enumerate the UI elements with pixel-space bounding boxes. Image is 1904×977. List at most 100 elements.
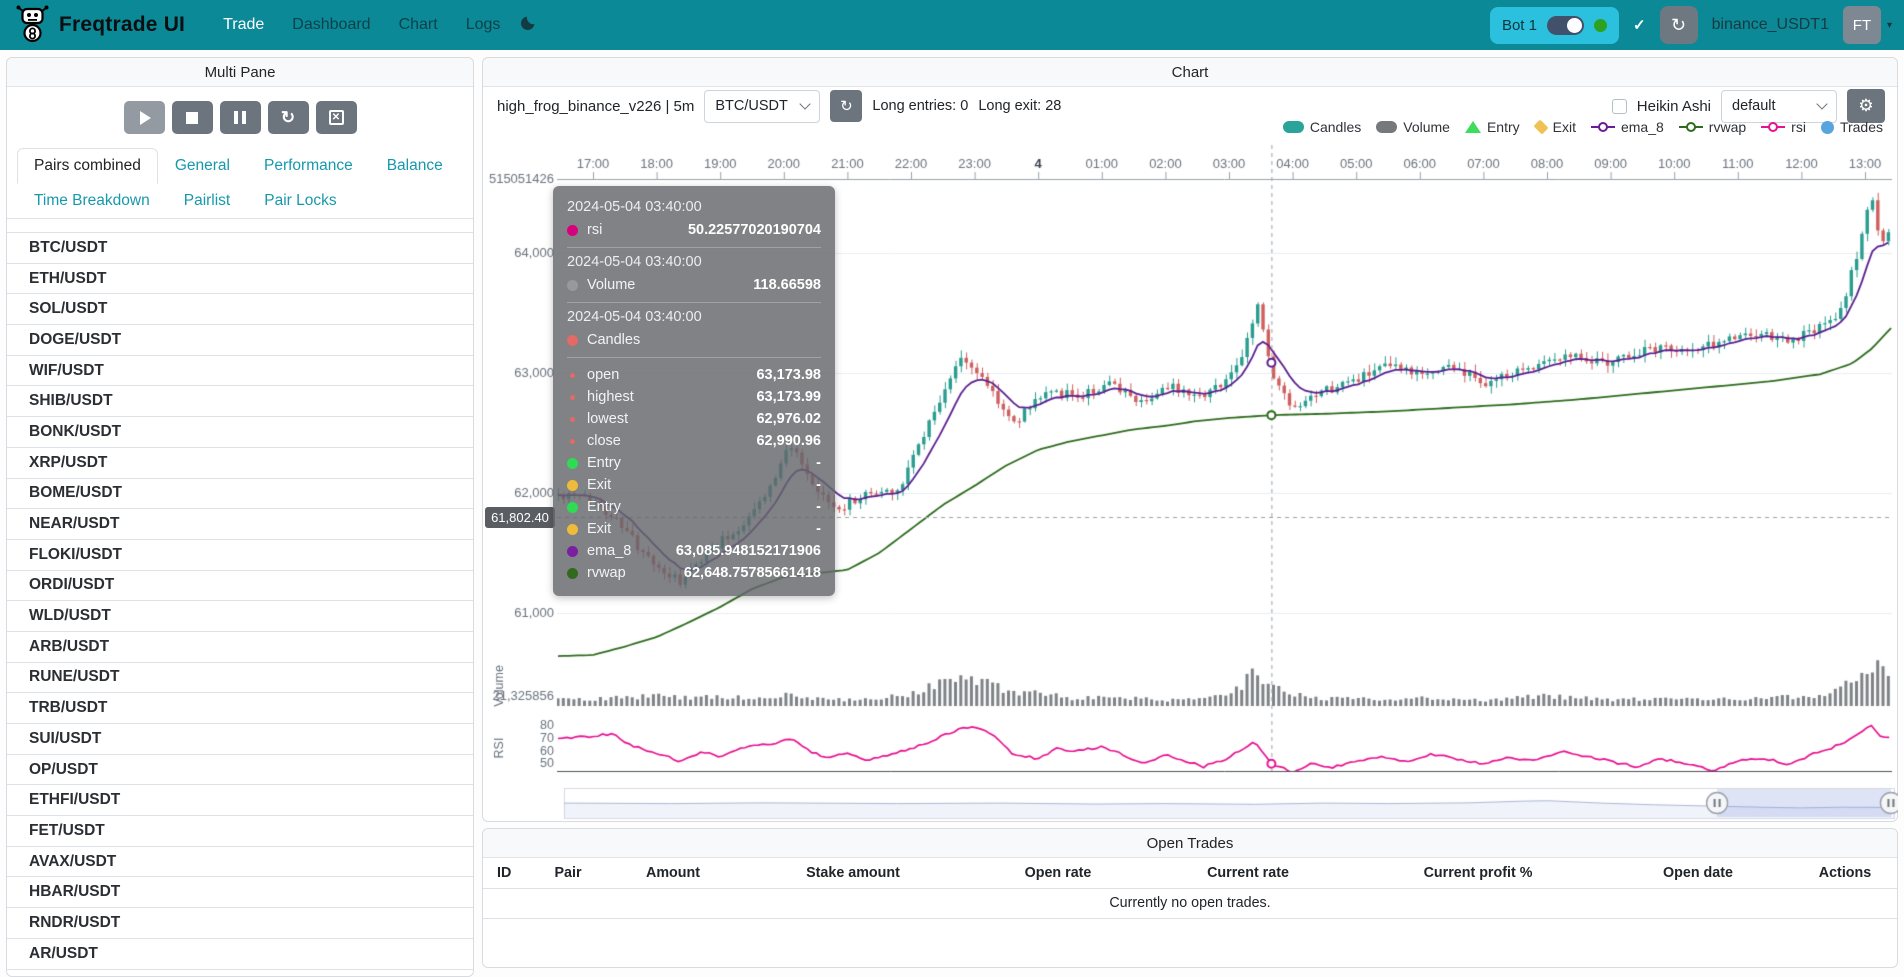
ema_8-swatch-icon xyxy=(1591,122,1615,132)
multi-pane-title: Multi Pane xyxy=(205,64,276,81)
no-open-trades-message: Currently no open trades. xyxy=(483,888,1897,918)
nav-link-dashboard[interactable]: Dashboard xyxy=(280,8,382,42)
column-header-open-date: Open date xyxy=(1603,858,1793,888)
pair-row-fet-usdt[interactable]: FET/USDT xyxy=(7,816,473,847)
legend-item-rvwap[interactable]: rvwap xyxy=(1679,119,1746,135)
pair-row-doge-usdt[interactable]: DOGE/USDT xyxy=(7,325,473,356)
pair-row-trb-usdt[interactable]: TRB/USDT xyxy=(7,693,473,724)
pair-row-floki-usdt[interactable]: FLOKI/USDT xyxy=(7,540,473,571)
nav-link-trade[interactable]: Trade xyxy=(211,8,276,42)
pair-row-btc-usdt[interactable]: BTC/USDT xyxy=(7,233,473,264)
clear-log-button[interactable]: ✕ xyxy=(316,101,357,134)
rsi-swatch-icon xyxy=(1761,122,1785,132)
legend-label: Candles xyxy=(1310,119,1361,135)
app-title: Freqtrade UI xyxy=(59,13,185,37)
pair-row-avax-usdt[interactable]: AVAX/USDT xyxy=(7,847,473,878)
pair-row-ethfi-usdt[interactable]: ETHFI/USDT xyxy=(7,785,473,816)
legend-item-trades[interactable]: Trades xyxy=(1821,119,1883,135)
chevron-down-icon xyxy=(1816,98,1827,109)
theme-toggle[interactable] xyxy=(514,8,543,42)
moon-icon xyxy=(520,14,537,36)
column-header-pair: Pair xyxy=(523,858,613,888)
pair-row-ar-usdt[interactable]: AR/USDT xyxy=(7,939,473,970)
legend-item-exit[interactable]: Exit xyxy=(1535,119,1576,135)
heikin-ashi-label: Heikin Ashi xyxy=(1637,98,1711,115)
chart-refresh-button[interactable]: ↻ xyxy=(830,90,862,122)
plot-settings-button[interactable]: ⚙ xyxy=(1847,89,1885,123)
price-chart-canvas[interactable] xyxy=(484,141,1898,821)
column-header-amount: Amount xyxy=(613,858,733,888)
pair-row-shib-usdt[interactable]: SHIB/USDT xyxy=(7,386,473,417)
chart-legend: Candles Volume Entry Exit ema_8 rvwap rsi Trade… xyxy=(1283,119,1883,135)
pair-row-rndr-usdt[interactable]: RNDR/USDT xyxy=(7,908,473,939)
legend-label: rvwap xyxy=(1709,119,1746,135)
plot-config-value: default xyxy=(1732,98,1776,114)
legend-label: Volume xyxy=(1403,119,1450,135)
column-header-open-rate: Open rate xyxy=(973,858,1143,888)
reload-config-button[interactable]: ↻ xyxy=(268,101,309,134)
pair-row-xrp-usdt[interactable]: XRP/USDT xyxy=(7,448,473,479)
reload-icon: ↻ xyxy=(281,108,295,128)
pair-list: BTC/USDTETH/USDTSOL/USDTDOGE/USDTWIF/USD… xyxy=(7,232,473,970)
top-navbar: Freqtrade UI TradeDashboardChartLogs Bot… xyxy=(0,0,1904,50)
entry-swatch-icon xyxy=(1465,121,1481,133)
legend-label: Entry xyxy=(1487,119,1520,135)
pair-row-wif-usdt[interactable]: WIF/USDT xyxy=(7,356,473,387)
legend-item-entry[interactable]: Entry xyxy=(1465,119,1520,135)
legend-item-rsi[interactable]: rsi xyxy=(1761,119,1806,135)
legend-item-volume[interactable]: Volume xyxy=(1376,119,1450,135)
legend-item-ema_8[interactable]: ema_8 xyxy=(1591,119,1664,135)
tab-general[interactable]: General xyxy=(158,148,247,184)
multi-pane-tabs: Pairs combinedGeneralPerformanceBalance T… xyxy=(7,148,473,219)
nav-link-chart[interactable]: Chart xyxy=(387,8,450,42)
global-reload-button[interactable]: ↻ xyxy=(1660,6,1698,44)
start-bot-button[interactable] xyxy=(124,101,165,134)
pair-row-arb-usdt[interactable]: ARB/USDT xyxy=(7,632,473,663)
brand[interactable]: Freqtrade UI xyxy=(16,3,185,48)
exit-swatch-icon xyxy=(1533,119,1548,134)
pair-row-wld-usdt[interactable]: WLD/USDT xyxy=(7,601,473,632)
open-trades-title: Open Trades xyxy=(1147,835,1234,852)
open-trades-header-row: IDPairAmountStake amountOpen rateCurrent… xyxy=(483,858,1897,888)
legend-item-candles[interactable]: Candles xyxy=(1283,119,1361,135)
plot-config-select[interactable]: default xyxy=(1721,90,1837,123)
nav-link-logs[interactable]: Logs xyxy=(454,8,513,42)
chart-toolbar-right: Heikin Ashi default ⚙ xyxy=(1612,89,1885,123)
column-header-actions: Actions xyxy=(1793,858,1897,888)
tab-pairs-combined[interactable]: Pairs combined xyxy=(17,148,158,184)
pair-row-near-usdt[interactable]: NEAR/USDT xyxy=(7,509,473,540)
tab-balance[interactable]: Balance xyxy=(370,148,460,184)
pair-row-sui-usdt[interactable]: SUI/USDT xyxy=(7,724,473,755)
long-entries-count: Long entries: 0 xyxy=(872,98,968,114)
tab-pair-locks[interactable]: Pair Locks xyxy=(247,183,353,219)
navbar-right: Bot 1 ✓ ↻ binance_USDT1 FT ▾ xyxy=(1490,6,1892,44)
stop-bot-button[interactable] xyxy=(172,101,213,134)
pair-row-ordi-usdt[interactable]: ORDI/USDT xyxy=(7,571,473,602)
bot-instance-name: binance_USDT1 xyxy=(1712,16,1829,34)
heikin-ashi-checkbox[interactable] xyxy=(1612,99,1627,114)
trades-swatch-icon xyxy=(1821,121,1834,134)
pair-row-hbar-usdt[interactable]: HBAR/USDT xyxy=(7,877,473,908)
pair-row-bome-usdt[interactable]: BOME/USDT xyxy=(7,479,473,510)
avatar-dropdown-caret-icon[interactable]: ▾ xyxy=(1887,20,1892,31)
open-trades-panel: Open Trades IDPairAmountStake amountOpen… xyxy=(482,828,1898,968)
pause-bot-button[interactable] xyxy=(220,101,261,134)
pair-row-bonk-usdt[interactable]: BONK/USDT xyxy=(7,417,473,448)
legend-label: Exit xyxy=(1553,119,1576,135)
pair-row-eth-usdt[interactable]: ETH/USDT xyxy=(7,264,473,295)
tab-pairlist[interactable]: Pairlist xyxy=(167,183,248,219)
tab-performance[interactable]: Performance xyxy=(247,148,370,184)
user-avatar[interactable]: FT xyxy=(1843,6,1881,44)
pair-row-rune-usdt[interactable]: RUNE/USDT xyxy=(7,663,473,694)
bot-selector-button[interactable]: Bot 1 xyxy=(1490,7,1619,44)
bot-name: Bot 1 xyxy=(1502,17,1537,34)
long-exit-count: Long exit: 28 xyxy=(978,98,1061,114)
bot-enable-toggle[interactable] xyxy=(1547,16,1584,35)
legend-label: rsi xyxy=(1791,119,1806,135)
bot-controls: ↻ ✕ xyxy=(7,87,473,146)
tab-time-breakdown[interactable]: Time Breakdown xyxy=(17,183,167,219)
pair-select[interactable]: BTC/USDT xyxy=(704,90,820,123)
pair-row-op-usdt[interactable]: OP/USDT xyxy=(7,755,473,786)
pair-row-sol-usdt[interactable]: SOL/USDT xyxy=(7,294,473,325)
rvwap-swatch-icon xyxy=(1679,122,1703,132)
